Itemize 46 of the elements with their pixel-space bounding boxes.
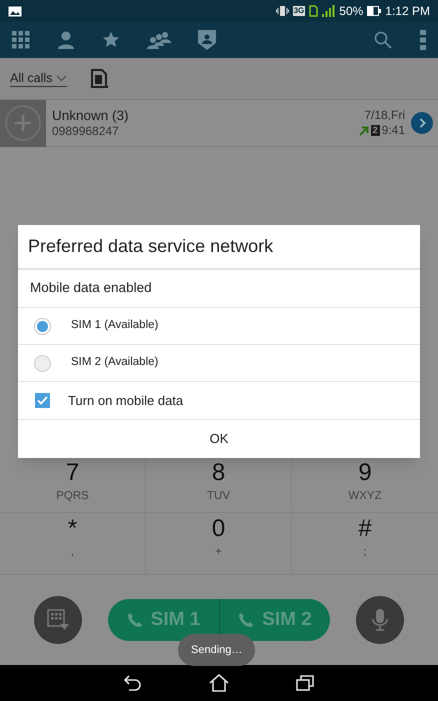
sim-icon (309, 5, 318, 17)
chevron-icon (418, 118, 426, 128)
details-button[interactable] (411, 112, 433, 134)
menu-icon[interactable] (420, 30, 426, 50)
home-icon[interactable] (208, 674, 229, 692)
radio-button[interactable] (34, 318, 51, 334)
call-time: 9:41 (382, 123, 405, 138)
checkbox-option[interactable]: Turn on mobile data (18, 382, 420, 420)
phone-icon (126, 612, 143, 628)
dialpad-icon (47, 609, 69, 631)
sending-toast: Sending… (178, 634, 256, 666)
people-icon[interactable] (147, 31, 171, 49)
radio-option[interactable]: SIM 2 (Available) (18, 345, 420, 382)
all-calls-dropdown[interactable]: All calls (10, 70, 68, 87)
sim-card-icon[interactable] (91, 68, 110, 88)
sim-badge: 2 (370, 125, 380, 136)
shield-icon[interactable] (198, 30, 216, 50)
radio-option[interactable]: SIM 1 (Available) (18, 308, 420, 345)
outgoing-call-arrow-icon (358, 126, 369, 136)
recent-apps-icon[interactable] (296, 675, 314, 691)
caret-icon (56, 74, 68, 82)
microphone-icon (372, 608, 388, 632)
caller-name: Unknown (3) (52, 108, 130, 124)
section-label: Mobile data enabled (18, 270, 420, 308)
phone-icon (238, 612, 254, 628)
battery-percent: 50% (339, 3, 364, 20)
grid-icon[interactable] (12, 31, 30, 49)
image-icon (8, 6, 22, 16)
microphone-button[interactable] (356, 596, 404, 644)
ok-button[interactable]: OK (18, 420, 420, 458)
call-date: 7/18,Fri (364, 108, 405, 123)
back-icon[interactable] (124, 675, 142, 691)
dialpad-toggle-button[interactable] (34, 596, 82, 644)
vibrate-icon (276, 5, 289, 17)
star-icon[interactable] (102, 31, 120, 49)
network-type: 3G (292, 6, 306, 16)
radio-button[interactable] (34, 354, 51, 372)
person-icon[interactable] (57, 31, 75, 49)
phone-number: 0989968247 (52, 124, 120, 138)
checkbox[interactable] (35, 393, 50, 408)
call-log-row[interactable]: Unknown (3) 0989968247 7/18,Fri 2 9:41 (0, 100, 438, 147)
battery-icon (367, 6, 382, 16)
dialog-title: Preferred data service network (18, 225, 420, 270)
search-icon[interactable] (374, 31, 392, 49)
clock-time: 1:12 PM (385, 3, 430, 20)
signal-icon (322, 5, 336, 17)
